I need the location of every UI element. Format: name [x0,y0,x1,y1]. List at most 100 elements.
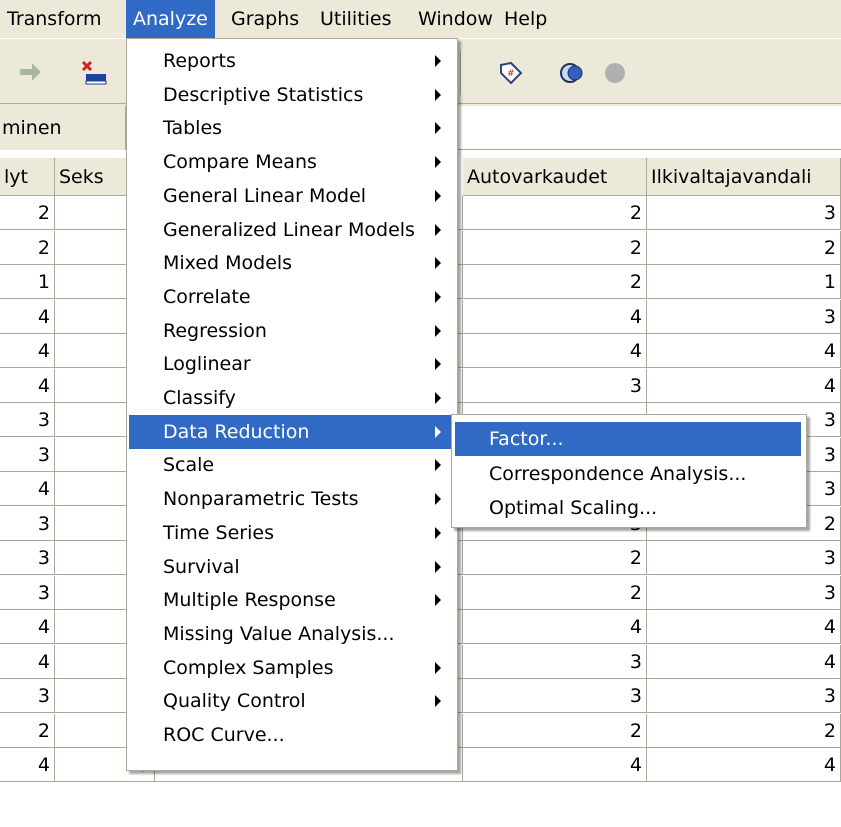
submenu-arrow-icon [435,223,441,236]
grid-cell[interactable]: 3 [463,368,647,403]
submenu-arrow-icon [435,594,441,607]
grid-cell[interactable]: 2 [463,230,647,265]
grid-cell[interactable]: 4 [0,644,55,679]
column-header-autovarkaudet[interactable]: Autovarkaudet [463,158,647,196]
menu-window[interactable]: Window [411,0,500,38]
column-header-lyt[interactable]: lyt [0,158,55,196]
menu-analyze[interactable]: Analyze [126,0,215,38]
menu-item-label: Descriptive Statistics [163,83,364,106]
grid-cell[interactable]: 2 [463,196,647,230]
menu-item-multiple-response[interactable]: Multiple Response [129,583,455,617]
grid-cell[interactable]: 3 [647,299,841,334]
menu-item-label: Complex Samples [163,656,334,679]
grid-cell[interactable]: 4 [463,748,647,782]
grid-cell[interactable]: 4 [0,610,55,644]
submenu-item-optimal-scaling[interactable]: Optimal Scaling... [455,491,801,525]
menu-item-generalized-linear-models[interactable]: Generalized Linear Models [129,213,455,247]
menu-item-label: Compare Means [163,151,317,174]
grid-cell[interactable]: 2 [0,230,55,265]
menu-item-nonparametric-tests[interactable]: Nonparametric Tests [129,482,455,516]
menu-item-general-linear-model[interactable]: General Linear Model [129,179,455,213]
grid-cell[interactable]: 3 [463,644,647,679]
grid-cell[interactable]: 4 [647,334,841,368]
grid-cell[interactable]: 3 [647,679,841,713]
grid-cell[interactable]: 2 [0,196,55,230]
show-all-icon[interactable] [601,59,629,87]
menu-item-regression[interactable]: Regression [129,314,455,348]
grid-cell[interactable]: 4 [0,472,55,506]
menu-item-label: Correlate [163,285,251,308]
data-reduction-submenu: Factor... Correspondence Analysis... Opt… [451,414,807,528]
menu-help[interactable]: Help [497,0,554,38]
grid-cell[interactable]: 4 [647,748,841,782]
menu-item-loglinear[interactable]: Loglinear [129,347,455,381]
grid-cell[interactable]: 4 [463,334,647,368]
menu-item-compare-means[interactable]: Compare Means [129,145,455,179]
submenu-item-correspondence-analysis[interactable]: Correspondence Analysis... [455,457,801,491]
menu-transform[interactable]: Transform [0,0,109,38]
submenu-arrow-icon [435,88,441,101]
grid-cell[interactable]: 4 [463,610,647,644]
menu-item-mixed-models[interactable]: Mixed Models [129,246,455,280]
submenu-item-factor[interactable]: Factor... [455,422,801,456]
grid-cell[interactable]: 4 [0,299,55,334]
menu-item-roc-curve[interactable]: ROC Curve... [129,718,455,752]
menu-item-tables[interactable]: Tables [129,111,455,145]
submenu-arrow-icon [435,156,441,169]
submenu-arrow-icon [435,257,441,270]
grid-cell[interactable]: 2 [463,713,647,748]
menu-item-quality-control[interactable]: Quality Control [129,684,455,718]
menu-item-complex-samples[interactable]: Complex Samples [129,651,455,685]
grid-cell[interactable]: 2 [463,265,647,299]
menu-item-classify[interactable]: Classify [129,381,455,415]
toolbar-separator [460,51,462,95]
submenu-arrow-icon [435,695,441,708]
menu-item-data-reduction[interactable]: Data Reduction [129,414,455,449]
grid-cell[interactable]: 1 [647,265,841,299]
grid-cell[interactable]: 4 [0,334,55,368]
menu-item-correlate[interactable]: Correlate [129,280,455,314]
menu-item-label: Generalized Linear Models [163,218,415,241]
menu-item-missing-value-analysis[interactable]: Missing Value Analysis... [129,617,455,651]
menu-item-label: Data Reduction [163,420,310,443]
grid-cell[interactable]: 3 [0,506,55,541]
grid-cell[interactable]: 2 [647,230,841,265]
grid-cell[interactable]: 4 [0,748,55,782]
menu-item-label: Survival [163,555,240,578]
grid-cell[interactable]: 1 [0,265,55,299]
menu-item-reports[interactable]: Reports [129,44,455,78]
analyze-menu: Reports Descriptive Statistics Tables Compa… [126,38,458,771]
grid-cell[interactable]: 3 [463,679,647,713]
grid-cell[interactable]: 3 [0,575,55,610]
grid-cell[interactable]: 3 [647,541,841,575]
menu-item-survival[interactable]: Survival [129,550,455,584]
menu-item-descriptive-statistics[interactable]: Descriptive Statistics [129,78,455,112]
menu-item-time-series[interactable]: Time Series [129,516,455,550]
grid-cell[interactable]: 4 [647,644,841,679]
menu-utilities[interactable]: Utilities [313,0,399,38]
grid-cell[interactable]: 4 [0,368,55,403]
submenu-arrow-icon [435,55,441,67]
menu-item-scale[interactable]: Scale [129,448,455,482]
grid-cell[interactable]: 2 [463,541,647,575]
value-labels-icon[interactable]: # [497,59,525,87]
grid-cell[interactable]: 4 [647,368,841,403]
insert-cases-icon[interactable] [80,59,108,87]
grid-cell[interactable]: 4 [647,610,841,644]
menu-item-label: Nonparametric Tests [163,488,359,511]
grid-cell[interactable]: 3 [0,679,55,713]
grid-cell[interactable]: 2 [647,713,841,748]
grid-cell[interactable]: 3 [647,196,841,230]
grid-cell[interactable]: 3 [0,403,55,437]
grid-cell[interactable]: 3 [647,575,841,610]
redo-arrow-icon[interactable] [16,59,44,87]
submenu-arrow-icon [435,324,441,337]
column-header-ilkivaltajavandali[interactable]: Ilkivaltajavandali [647,158,841,196]
menu-graphs[interactable]: Graphs [224,0,306,38]
grid-cell[interactable]: 2 [463,575,647,610]
grid-cell[interactable]: 3 [0,541,55,575]
grid-cell[interactable]: 4 [463,299,647,334]
grid-cell[interactable]: 3 [0,437,55,472]
grid-cell[interactable]: 2 [0,713,55,748]
use-sets-icon[interactable] [558,59,586,87]
